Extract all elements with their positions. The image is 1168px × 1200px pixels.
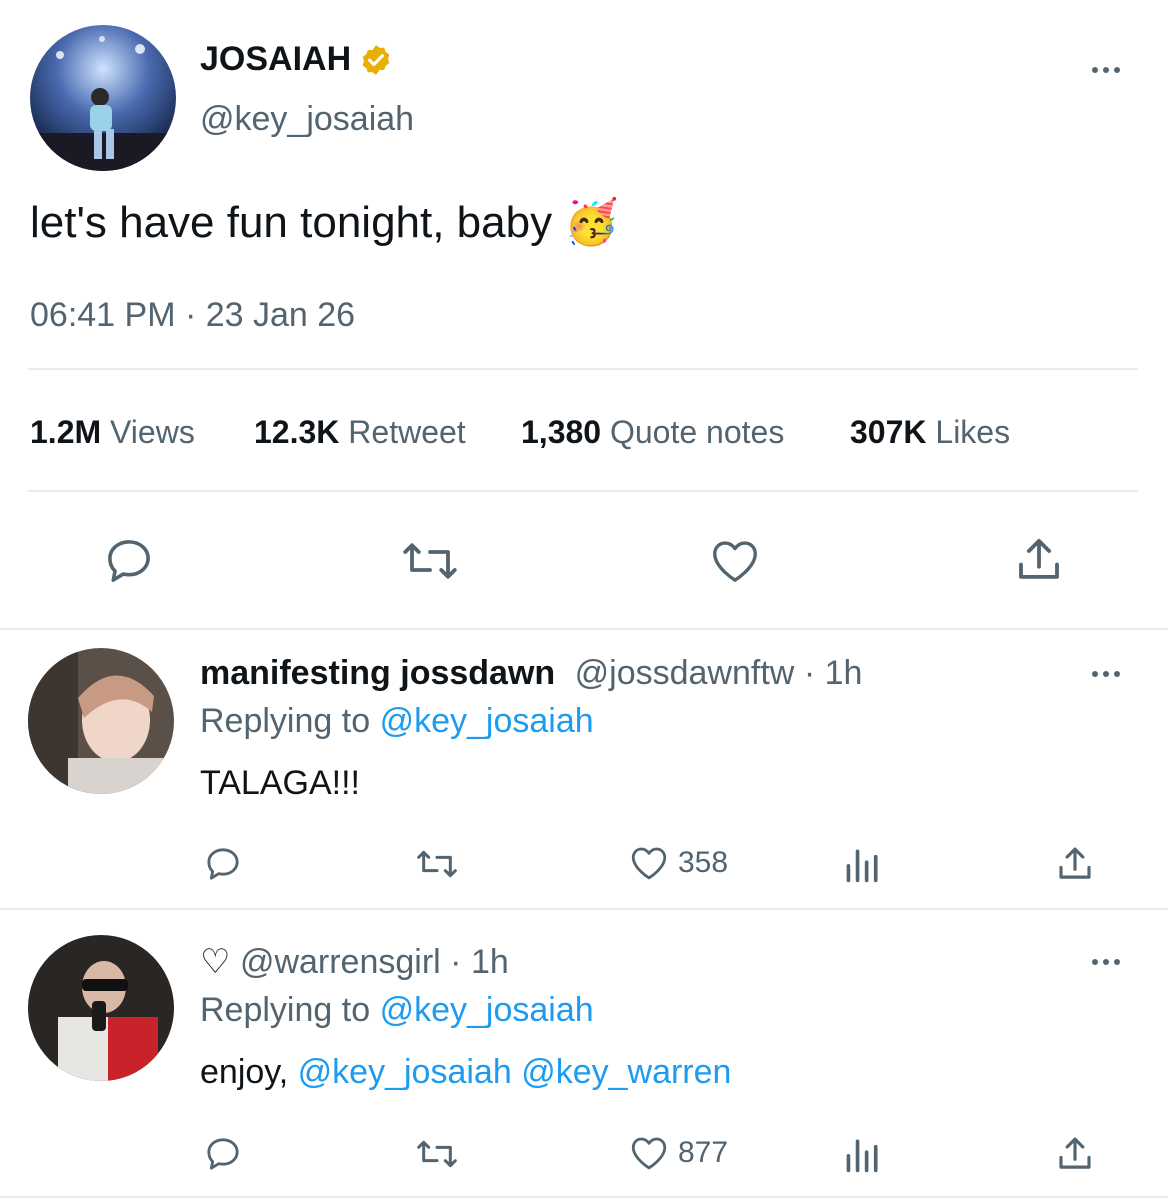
verified-badge-icon [359,43,393,77]
reply-icon[interactable] [203,844,243,884]
like-button[interactable]: 877 [628,1132,728,1174]
author-avatar[interactable] [30,25,176,171]
stat-quotes[interactable]: 1,380 Quote notes [521,414,784,451]
author-handle[interactable]: @key_josaiah [200,100,414,139]
share-icon[interactable] [1054,842,1096,886]
share-icon[interactable] [1054,1132,1096,1176]
mention-link[interactable]: @key_warren [521,1053,731,1091]
replying-to-label: Replying to [200,702,371,740]
stat-views[interactable]: 1.2M Views [30,414,195,451]
retweet-icon[interactable] [412,844,462,884]
reply-avatar[interactable] [28,935,174,1081]
replying-to-handle[interactable]: @key_josaiah [380,991,594,1029]
tweet-timestamp[interactable]: 06:41 PM · 23 Jan 26 [30,296,355,335]
divider [0,628,1168,630]
like-count: 358 [678,846,729,879]
reply-time[interactable]: · 1h [804,654,863,692]
mention-link[interactable]: @key_josaiah [298,1053,512,1091]
analytics-icon[interactable] [844,1134,882,1174]
retweet-icon[interactable] [396,534,464,588]
like-button[interactable]: 358 [628,842,728,884]
reply-display-name[interactable]: ♡ [200,943,230,981]
more-options-icon[interactable] [1086,664,1126,684]
replying-to: Replying to @key_josaiah [200,991,594,1030]
divider [0,1196,1168,1198]
like-icon [628,1132,670,1174]
reply-header: ♡ @warrensgirl · 1h [200,942,509,982]
reply-avatar[interactable] [28,648,174,794]
reply-text-prefix: enjoy, [200,1053,298,1091]
author-name-row: JOSAIAH [200,40,393,79]
reply-icon[interactable] [102,534,156,588]
replying-to: Replying to @key_josaiah [200,702,594,741]
divider [28,490,1138,492]
tweet-text-body: let's have fun tonight, baby [30,198,553,247]
like-icon[interactable] [707,534,763,588]
retweet-icon[interactable] [412,1134,462,1174]
more-options-icon[interactable] [1086,60,1126,80]
stat-likes[interactable]: 307K Likes [850,414,1010,451]
party-face-emoji: 🥳 [564,198,620,247]
reply-header: manifesting jossdawn @jossdawnftw · 1h [200,654,862,693]
share-icon[interactable] [1012,532,1066,588]
reply-handle[interactable]: @jossdawnftw [575,654,795,692]
stat-retweets[interactable]: 12.3K Retweet [254,414,466,451]
analytics-icon[interactable] [844,844,882,884]
divider [0,908,1168,910]
reply-text: enjoy, @key_josaiah @key_warren [200,1053,731,1092]
tweet-text: let's have fun tonight, baby 🥳 [30,196,619,248]
reply-time[interactable]: · 1h [450,943,509,981]
replying-to-handle[interactable]: @key_josaiah [380,702,594,740]
like-icon [628,842,670,884]
author-display-name[interactable]: JOSAIAH [200,40,351,79]
reply-handle[interactable]: @warrensgirl [240,943,441,981]
reply-display-name[interactable]: manifesting jossdawn [200,654,555,692]
more-options-icon[interactable] [1086,952,1126,972]
replying-to-label: Replying to [200,991,371,1029]
reply-icon[interactable] [203,1134,243,1174]
like-count: 877 [678,1136,729,1169]
reply-text: TALAGA!!! [200,764,360,802]
divider [28,368,1138,370]
